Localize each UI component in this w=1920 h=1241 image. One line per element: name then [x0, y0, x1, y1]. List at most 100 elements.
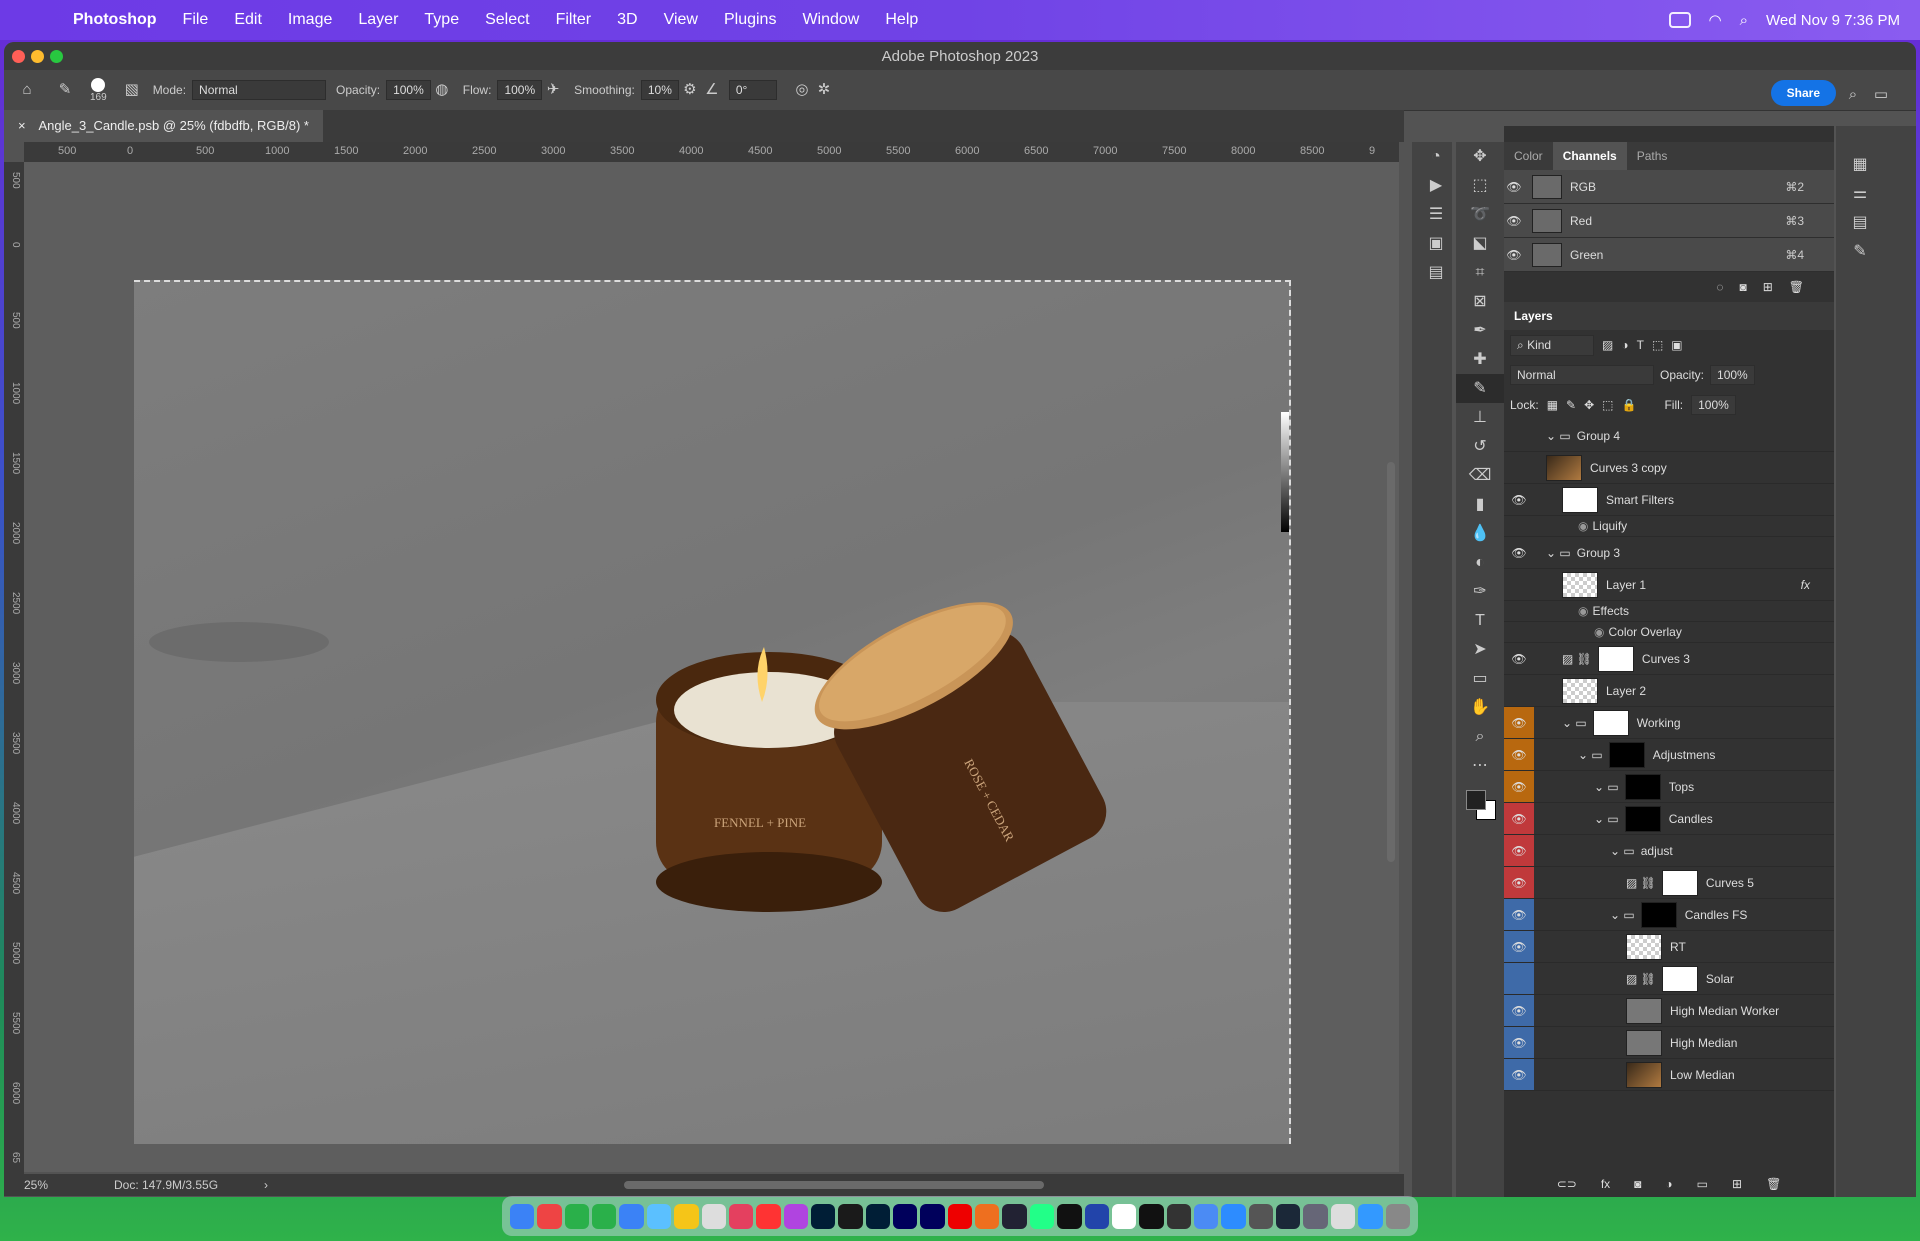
- layer-row[interactable]: 👁 ⌄ ▭ Candles FS: [1504, 899, 1834, 931]
- dodge-tool-icon[interactable]: ◐: [1456, 548, 1504, 577]
- pen-tool-icon[interactable]: ✑: [1456, 577, 1504, 606]
- pressure-opacity-icon[interactable]: ◍: [431, 79, 453, 101]
- dock-app-icon[interactable]: [1084, 1203, 1109, 1229]
- channel-row-red[interactable]: 👁 Red ⌘3: [1504, 204, 1834, 238]
- dock-app-icon[interactable]: [537, 1203, 562, 1229]
- vertical-scrollbar[interactable]: [1387, 462, 1395, 862]
- dock-app-icon[interactable]: [1057, 1203, 1082, 1229]
- clock[interactable]: Wed Nov 9 7:36 PM: [1766, 12, 1900, 29]
- color-swatches[interactable]: [1466, 790, 1496, 820]
- smoothing-field[interactable]: 10%: [640, 80, 679, 100]
- eye-icon[interactable]: 👁: [1504, 739, 1534, 770]
- flow-field[interactable]: 100%: [497, 80, 543, 100]
- menu-type[interactable]: Type: [411, 11, 472, 29]
- workspace-icon[interactable]: ▭: [1870, 84, 1892, 106]
- eye-icon[interactable]: [1504, 420, 1534, 451]
- channel-row-rgb[interactable]: 👁 RGB ⌘2: [1504, 170, 1834, 204]
- menu-select[interactable]: Select: [472, 11, 542, 29]
- layer-row[interactable]: Curves 3 copy: [1504, 452, 1834, 484]
- grid-icon[interactable]: ▦: [1836, 150, 1884, 179]
- dock-app-icon[interactable]: [1330, 1203, 1356, 1229]
- dock-app-icon[interactable]: [1248, 1203, 1274, 1229]
- mode-select[interactable]: Normal: [192, 80, 327, 100]
- sub-eye-icon[interactable]: ◉: [1594, 625, 1604, 639]
- healing-tool-icon[interactable]: ✚: [1456, 345, 1504, 374]
- mask-icon[interactable]: ◙: [1634, 1177, 1641, 1191]
- document-canvas[interactable]: FENNEL + PINE ROSE + CEDAR: [134, 280, 1291, 1144]
- search-icon[interactable]: ⌕: [1842, 84, 1864, 106]
- hand-tool-icon[interactable]: ✋: [1456, 693, 1504, 722]
- dock-app-icon[interactable]: [1303, 1203, 1328, 1229]
- gradient-tool-icon[interactable]: ▮: [1456, 490, 1504, 519]
- tab-paths[interactable]: Paths: [1627, 142, 1678, 170]
- dock-app-icon[interactable]: [947, 1203, 973, 1229]
- adjustment-icon[interactable]: ◑: [1665, 1177, 1672, 1191]
- history-brush-tool-icon[interactable]: ↺: [1456, 432, 1504, 461]
- eyedropper-tool-icon[interactable]: ✒: [1456, 316, 1504, 345]
- fx-icon[interactable]: fx: [1801, 578, 1810, 592]
- frame-tool-icon[interactable]: ⊠: [1456, 287, 1504, 316]
- dock-app-icon[interactable]: [838, 1203, 863, 1229]
- brush-preset-picker[interactable]: 169: [90, 77, 107, 103]
- layer-row[interactable]: Layer 1 fx: [1504, 569, 1834, 601]
- folder-icon[interactable]: ⌄ ▭: [1594, 780, 1619, 794]
- layer-row[interactable]: 👁 ▨ ⛓ Curves 5: [1504, 867, 1834, 899]
- eye-icon[interactable]: 👁: [1504, 1027, 1534, 1058]
- zoom-level[interactable]: 25%: [24, 1178, 48, 1192]
- zoom-tool-icon[interactable]: ⌕: [1456, 722, 1504, 751]
- channel-row-green[interactable]: 👁 Green ⌘4: [1504, 238, 1834, 272]
- eye-icon[interactable]: 👁: [1504, 931, 1534, 962]
- folder-icon[interactable]: ⌄ ▭: [1594, 812, 1619, 826]
- eye-icon[interactable]: 👁: [1504, 899, 1534, 930]
- eye-icon[interactable]: 👁: [1504, 707, 1534, 738]
- lock-all-icon[interactable]: 🔒: [1622, 398, 1637, 412]
- folder-icon[interactable]: ⌄ ▭: [1546, 546, 1571, 560]
- layer-row[interactable]: 👁 RT: [1504, 931, 1834, 963]
- lock-pixels-icon[interactable]: ▦: [1547, 398, 1558, 412]
- airbrush-icon[interactable]: ✈: [542, 79, 564, 101]
- dock-app-icon[interactable]: [1139, 1203, 1164, 1229]
- filter-pixel-icon[interactable]: ▨: [1602, 338, 1613, 352]
- dock-app-icon[interactable]: [810, 1203, 836, 1229]
- dock-app-icon[interactable]: [564, 1203, 590, 1229]
- wifi-icon[interactable]: ◠: [1709, 11, 1722, 29]
- properties-icon[interactable]: ⚌: [1836, 179, 1884, 208]
- adjustments-icon[interactable]: ☰: [1412, 200, 1460, 229]
- filter-adjust-icon[interactable]: ◑: [1621, 338, 1628, 352]
- libraries-icon[interactable]: ▣: [1412, 229, 1460, 258]
- dock-app-icon[interactable]: [1029, 1203, 1055, 1229]
- tab-channels[interactable]: Channels: [1552, 142, 1627, 170]
- dock-app-icon[interactable]: [1193, 1203, 1219, 1229]
- layer-opacity-field[interactable]: 100%: [1710, 365, 1755, 385]
- stamp-tool-icon[interactable]: ⊥: [1456, 403, 1504, 432]
- layer-row[interactable]: 👁 ⌄ ▭ adjust: [1504, 835, 1834, 867]
- new-layer-icon[interactable]: ⊞: [1732, 1177, 1742, 1191]
- lock-brush-icon[interactable]: ✎: [1566, 398, 1576, 412]
- blend-mode-select[interactable]: Normal: [1510, 365, 1654, 385]
- dock-app-icon[interactable]: [1111, 1203, 1137, 1229]
- fill-field[interactable]: 100%: [1691, 395, 1736, 415]
- menu-image[interactable]: Image: [275, 11, 345, 29]
- folder-icon[interactable]: ⌄ ▭: [1610, 908, 1635, 922]
- eye-icon[interactable]: [1504, 601, 1534, 621]
- tab-layers[interactable]: Layers: [1504, 302, 1563, 330]
- eraser-tool-icon[interactable]: ⌫: [1456, 461, 1504, 490]
- chevron-right-icon[interactable]: ›: [264, 1178, 268, 1192]
- layer-row[interactable]: 👁 High Median Worker: [1504, 995, 1834, 1027]
- menu-filter[interactable]: Filter: [543, 11, 605, 29]
- lock-artboard-icon[interactable]: ⬚: [1602, 398, 1613, 412]
- actions-play-icon[interactable]: ▶: [1412, 171, 1460, 200]
- type-tool-icon[interactable]: T: [1456, 606, 1504, 635]
- layer-row[interactable]: Layer 2: [1504, 675, 1834, 707]
- trash-icon[interactable]: 🗑: [1766, 1177, 1781, 1191]
- eye-icon[interactable]: [1504, 675, 1534, 706]
- eye-icon[interactable]: 👁: [1504, 643, 1534, 674]
- layer-row[interactable]: ◉ Liquify: [1504, 516, 1834, 537]
- filter-smart-icon[interactable]: ▣: [1671, 338, 1682, 352]
- dock-app-icon[interactable]: [728, 1203, 754, 1229]
- save-selection-icon[interactable]: ◙: [1739, 280, 1746, 294]
- eye-icon[interactable]: 👁: [1504, 1059, 1534, 1090]
- menu-window[interactable]: Window: [789, 11, 872, 29]
- rectangle-tool-icon[interactable]: ▭: [1456, 664, 1504, 693]
- lasso-tool-icon[interactable]: ➰: [1456, 200, 1504, 229]
